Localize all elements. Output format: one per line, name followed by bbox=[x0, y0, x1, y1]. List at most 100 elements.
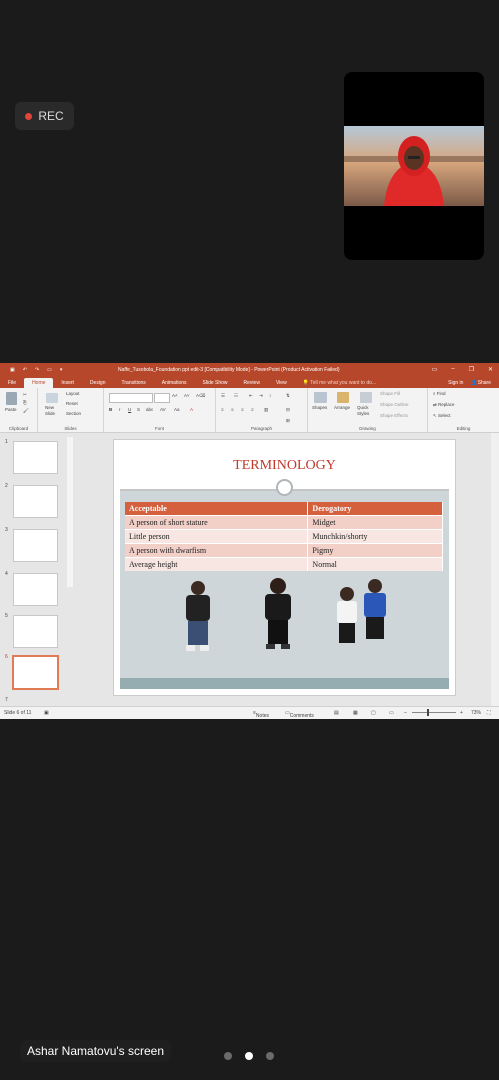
save-icon[interactable]: ▣ bbox=[10, 367, 15, 373]
notes-button[interactable]: ≡ Notes bbox=[253, 710, 269, 719]
sign-in-link[interactable]: Sign in bbox=[448, 380, 463, 386]
redo-icon[interactable]: ↷ bbox=[35, 367, 39, 373]
bullets-icon[interactable]: ☰ bbox=[221, 393, 225, 399]
cut-icon[interactable]: ✂ bbox=[23, 392, 27, 398]
slide-sorter-icon[interactable]: ▦ bbox=[353, 710, 358, 716]
clear-format-icon[interactable]: A⌫ bbox=[196, 393, 205, 399]
close-icon[interactable]: ✕ bbox=[488, 366, 493, 373]
shape-fill-button[interactable]: Shape Fill bbox=[380, 391, 400, 396]
spellcheck-icon[interactable]: ▣ bbox=[44, 710, 49, 716]
tab-file[interactable]: File bbox=[0, 380, 24, 388]
page-dot[interactable] bbox=[224, 1052, 232, 1060]
slide-scrollbar[interactable] bbox=[491, 433, 499, 709]
tab-slide-show[interactable]: Slide Show bbox=[195, 380, 236, 388]
thumbnail-scrollbar[interactable] bbox=[67, 437, 73, 587]
zoom-slider[interactable] bbox=[412, 712, 456, 713]
paste-button[interactable]: Paste bbox=[5, 407, 17, 412]
increase-indent-icon[interactable]: ⇥ bbox=[259, 393, 263, 399]
smartart-icon[interactable]: ⊞ bbox=[286, 418, 290, 424]
paste-icon[interactable] bbox=[6, 392, 17, 405]
terminology-table[interactable]: Acceptable Derogatory A person of short … bbox=[125, 502, 443, 571]
minimize-icon[interactable]: – bbox=[451, 366, 454, 373]
slide-thumbnail-6[interactable] bbox=[12, 655, 59, 690]
record-dot-icon bbox=[25, 112, 33, 120]
tab-transitions[interactable]: Transitions bbox=[114, 380, 154, 388]
tab-animations[interactable]: Animations bbox=[154, 380, 195, 388]
slide-thumbnail-1[interactable] bbox=[13, 441, 58, 474]
italic-icon[interactable]: I bbox=[119, 407, 120, 412]
replace-button[interactable]: ⇄ Replace bbox=[433, 402, 455, 408]
shapes-button[interactable]: Shapes bbox=[312, 405, 327, 410]
font-shrink-icon[interactable]: A˅ bbox=[184, 393, 190, 398]
decrease-indent-icon[interactable]: ⇤ bbox=[249, 393, 253, 399]
arrange-icon[interactable] bbox=[337, 392, 349, 403]
slide-thumbnail-5[interactable] bbox=[13, 615, 58, 648]
customize-quick-access-icon[interactable]: ▾ bbox=[60, 367, 63, 373]
share-button[interactable]: 👤Share bbox=[471, 380, 491, 386]
zoom-out-icon[interactable]: – bbox=[404, 710, 407, 716]
slide-thumbnail-3[interactable] bbox=[13, 529, 58, 562]
align-center-icon[interactable]: ≡ bbox=[231, 407, 234, 412]
tab-home[interactable]: Home bbox=[24, 378, 54, 388]
align-text-icon[interactable]: ⊟ bbox=[286, 407, 290, 413]
slideshow-view-icon[interactable]: ▭ bbox=[389, 710, 394, 716]
tab-review[interactable]: Review bbox=[236, 380, 268, 388]
select-button[interactable]: ↖ Select bbox=[433, 413, 451, 419]
slide-thumbnail-pane[interactable]: 1 2 3 4 5 6 7 bbox=[0, 433, 66, 709]
comments-button[interactable]: ▭ Comments bbox=[285, 710, 314, 719]
underline-icon[interactable]: U bbox=[128, 407, 131, 412]
quick-styles-icon[interactable] bbox=[360, 392, 372, 403]
bold-icon[interactable]: B bbox=[109, 407, 112, 412]
shapes-icon[interactable] bbox=[314, 392, 327, 403]
change-case-icon[interactable]: Aa bbox=[174, 407, 180, 412]
font-size-box[interactable] bbox=[154, 393, 170, 403]
zoom-level[interactable]: 73% bbox=[471, 710, 481, 716]
tell-me-search[interactable]: 💡 Tell me what you want to do... bbox=[303, 380, 376, 388]
normal-view-icon[interactable]: ▤ bbox=[334, 710, 339, 716]
shape-effects-button[interactable]: Shape Effects bbox=[380, 413, 408, 418]
page-dot-active[interactable] bbox=[245, 1052, 253, 1060]
zoom-slider-thumb[interactable] bbox=[427, 709, 429, 716]
page-dot[interactable] bbox=[266, 1052, 274, 1060]
reading-view-icon[interactable]: ▢ bbox=[371, 710, 376, 716]
quick-styles-button[interactable]: Quick Styles bbox=[357, 405, 375, 417]
layout-button[interactable]: Layout bbox=[66, 391, 80, 396]
text-direction-icon[interactable]: ⇅ bbox=[286, 393, 290, 399]
find-button[interactable]: ⌕ Find bbox=[433, 391, 446, 396]
strikethrough-icon[interactable]: abc bbox=[146, 407, 153, 412]
tab-insert[interactable]: Insert bbox=[53, 380, 82, 388]
columns-icon[interactable]: ▥ bbox=[264, 407, 268, 413]
font-grow-icon[interactable]: A˄ bbox=[172, 393, 178, 398]
new-slide-button[interactable]: New Slide bbox=[45, 405, 61, 417]
page-indicator[interactable] bbox=[224, 1052, 274, 1060]
shadow-icon[interactable]: S bbox=[137, 407, 140, 412]
slide-title[interactable]: TERMINOLOGY bbox=[120, 458, 449, 474]
arrange-button[interactable]: Arrange bbox=[334, 405, 350, 410]
zoom-in-icon[interactable]: + bbox=[460, 710, 463, 716]
copy-icon[interactable]: ⎘ bbox=[23, 400, 27, 405]
ribbon-display-icon[interactable]: ▭ bbox=[432, 366, 438, 373]
align-left-icon[interactable]: ≡ bbox=[221, 407, 224, 412]
fit-slide-icon[interactable]: ⛶ bbox=[487, 710, 491, 716]
font-color-icon[interactable]: A bbox=[190, 407, 193, 412]
participant-video-tile[interactable] bbox=[344, 72, 484, 260]
shape-outline-button[interactable]: Shape Outline bbox=[380, 402, 409, 407]
align-right-icon[interactable]: ≡ bbox=[241, 407, 244, 412]
char-spacing-icon[interactable]: AV bbox=[160, 407, 166, 412]
line-spacing-icon[interactable]: ↕ bbox=[269, 393, 271, 398]
restore-icon[interactable]: ❐ bbox=[469, 366, 474, 373]
tab-design[interactable]: Design bbox=[82, 380, 114, 388]
new-slide-icon[interactable] bbox=[46, 393, 58, 403]
font-name-box[interactable] bbox=[109, 393, 153, 403]
section-button[interactable]: Section bbox=[66, 411, 81, 416]
tab-view[interactable]: View bbox=[268, 380, 295, 388]
numbering-icon[interactable]: ☷ bbox=[234, 393, 238, 399]
slideshow-start-icon[interactable]: ▭ bbox=[47, 367, 52, 373]
undo-icon[interactable]: ↶ bbox=[23, 367, 27, 373]
slide-canvas[interactable]: TERMINOLOGY Acceptable Derogatory A pers… bbox=[113, 439, 456, 696]
justify-icon[interactable]: ≡ bbox=[251, 407, 254, 412]
slide-thumbnail-4[interactable] bbox=[13, 573, 58, 606]
format-painter-icon[interactable]: 🖌 bbox=[23, 408, 29, 414]
reset-button[interactable]: Reset bbox=[66, 401, 78, 406]
slide-thumbnail-2[interactable] bbox=[13, 485, 58, 518]
